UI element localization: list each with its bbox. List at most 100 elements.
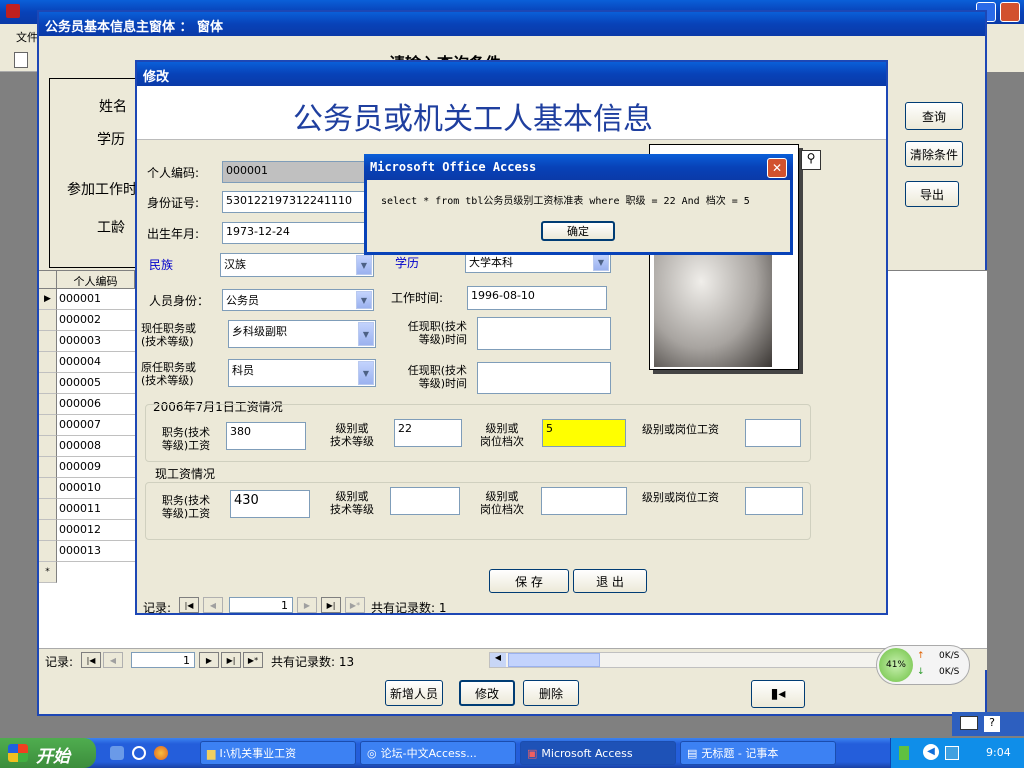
quicklaunch-browser-icon[interactable] [132, 746, 146, 760]
task-browser[interactable]: ◎ 论坛-中文Access... [360, 741, 516, 765]
cur-post-time-field[interactable] [477, 317, 611, 350]
now-level-field[interactable] [390, 487, 460, 515]
now-level-label: 级别或 技术等级 [330, 490, 374, 516]
row-selector[interactable] [39, 352, 57, 373]
table-row[interactable]: 000004 [57, 352, 135, 373]
horizontal-scrollbar[interactable]: ◀ [489, 652, 887, 668]
main-next-record-button[interactable]: ▶ [199, 652, 219, 668]
table-row[interactable]: 000005 [57, 373, 135, 394]
keyboard-icon[interactable] [960, 716, 978, 730]
edit-last-record-button[interactable]: ▶| [321, 597, 341, 613]
add-person-button[interactable]: 新增人员 [385, 680, 443, 706]
main-prev-record-button[interactable]: ◀ [103, 652, 123, 668]
edit-record-total: 共有记录数: 1 [371, 601, 447, 615]
save-button[interactable]: 保 存 [489, 569, 569, 593]
row-selector[interactable] [39, 310, 57, 331]
main-record-number[interactable]: 1 [131, 652, 195, 668]
tray-expand-icon[interactable]: ◀ [923, 744, 939, 760]
birth-field[interactable]: 1973-12-24 [222, 222, 374, 244]
row-selector[interactable]: ▶ [39, 289, 57, 310]
w2006-level-wage-field[interactable] [745, 419, 801, 447]
edit-new-record-button[interactable]: ▶* [345, 597, 365, 613]
w2006-level-field[interactable]: 22 [394, 419, 462, 447]
chevron-down-icon[interactable]: ▼ [358, 322, 374, 346]
main-new-record-button[interactable]: ▶* [243, 652, 263, 668]
w2006-grade-field[interactable]: 5 [542, 419, 626, 447]
edit-next-record-button[interactable]: ▶ [297, 597, 317, 613]
now-level-wage-field[interactable] [745, 487, 803, 515]
magnifier-icon[interactable]: ⚲ [801, 150, 821, 170]
now-post-wage-field[interactable]: 430 [230, 490, 310, 518]
row-selector[interactable] [39, 415, 57, 436]
table-row[interactable]: 000003 [57, 331, 135, 352]
cur-post-combo[interactable]: 乡科级副职 ▼ [228, 320, 376, 348]
chevron-down-icon[interactable]: ▼ [358, 361, 374, 385]
close-icon[interactable] [1000, 2, 1020, 22]
orig-post-combo[interactable]: 科员 ▼ [228, 359, 376, 387]
clear-conditions-button[interactable]: 清除条件 [905, 141, 963, 167]
new-doc-icon[interactable] [14, 52, 28, 68]
table-row[interactable]: 000010 [57, 478, 135, 499]
table-row[interactable]: 000006 [57, 394, 135, 415]
now-grade-field[interactable] [541, 487, 627, 515]
table-row[interactable]: 000012 [57, 520, 135, 541]
table-row[interactable]: 000011 [57, 499, 135, 520]
help-icon[interactable]: ? [984, 716, 1000, 732]
main-last-record-button[interactable]: ▶| [221, 652, 241, 668]
edit-record-label: 记录: [143, 601, 172, 615]
nation-combo[interactable]: 汉族 ▼ [220, 253, 374, 277]
row-selector[interactable] [39, 373, 57, 394]
exit-door-button[interactable]: ▮◂ [751, 680, 805, 708]
chevron-down-icon[interactable]: ▼ [593, 253, 609, 271]
work-time-field[interactable]: 1996-08-10 [467, 286, 607, 310]
export-button[interactable]: 导出 [905, 181, 959, 207]
row-selector[interactable] [39, 394, 57, 415]
dialog-ok-button[interactable]: 确定 [541, 221, 615, 241]
row-selector[interactable] [39, 457, 57, 478]
orig-post-time-field[interactable] [477, 362, 611, 394]
menu-file[interactable]: 文件 [16, 29, 38, 45]
table-row[interactable]: 000008 [57, 436, 135, 457]
task-notepad[interactable]: ▤ 无标题 - 记事本 [680, 741, 836, 765]
menu-strip: 文件 [0, 24, 40, 72]
work-start-label: 参加工作时 [67, 182, 137, 198]
row-selector[interactable] [39, 478, 57, 499]
w2006-post-wage-field[interactable]: 380 [226, 422, 306, 450]
row-selector[interactable] [39, 436, 57, 457]
table-row[interactable]: 000009 [57, 457, 135, 478]
edit-record-number[interactable]: 1 [229, 597, 293, 613]
dialog-close-icon[interactable]: ✕ [767, 158, 787, 178]
table-row[interactable]: 000001 [57, 289, 135, 310]
edit-prev-record-button[interactable]: ◀ [203, 597, 223, 613]
row-selector[interactable] [39, 520, 57, 541]
row-selector[interactable] [39, 541, 57, 562]
main-first-record-button[interactable]: |◀ [81, 652, 101, 668]
idcard-field[interactable]: 530122197312241110 [222, 191, 374, 213]
new-row-selector[interactable]: * [39, 562, 57, 583]
scroll-thumb[interactable] [508, 653, 600, 667]
grid-header-id[interactable]: 个人编码 [57, 271, 135, 289]
quicklaunch-firefox-icon[interactable] [154, 746, 168, 760]
chevron-down-icon[interactable]: ▼ [356, 291, 372, 309]
id-field[interactable]: 000001 [222, 161, 374, 183]
edit-first-record-button[interactable]: |◀ [179, 597, 199, 613]
identity-combo[interactable]: 公务员 ▼ [222, 289, 374, 311]
delete-button[interactable]: 删除 [523, 680, 579, 706]
tray-battery-icon[interactable] [899, 746, 909, 760]
task-folder[interactable]: ▆ I:\机关事业工资 [200, 741, 356, 765]
access-message-dialog: Microsoft Office Access ✕ select * from … [364, 154, 793, 255]
query-button[interactable]: 查询 [905, 102, 963, 130]
task-access[interactable]: ▣ Microsoft Access [520, 741, 676, 765]
table-row[interactable]: 000013 [57, 541, 135, 562]
table-row[interactable]: 000007 [57, 415, 135, 436]
row-selector[interactable] [39, 499, 57, 520]
exit-button[interactable]: 退 出 [573, 569, 647, 593]
quicklaunch-desktop-icon[interactable] [110, 746, 124, 760]
nation-label: 民族 [149, 258, 174, 272]
chevron-down-icon[interactable]: ▼ [356, 255, 372, 275]
scroll-left-button[interactable]: ◀ [490, 653, 506, 667]
table-row[interactable]: 000002 [57, 310, 135, 331]
row-selector[interactable] [39, 331, 57, 352]
tray-network-icon[interactable] [945, 746, 959, 760]
edit-button[interactable]: 修改 [459, 680, 515, 706]
